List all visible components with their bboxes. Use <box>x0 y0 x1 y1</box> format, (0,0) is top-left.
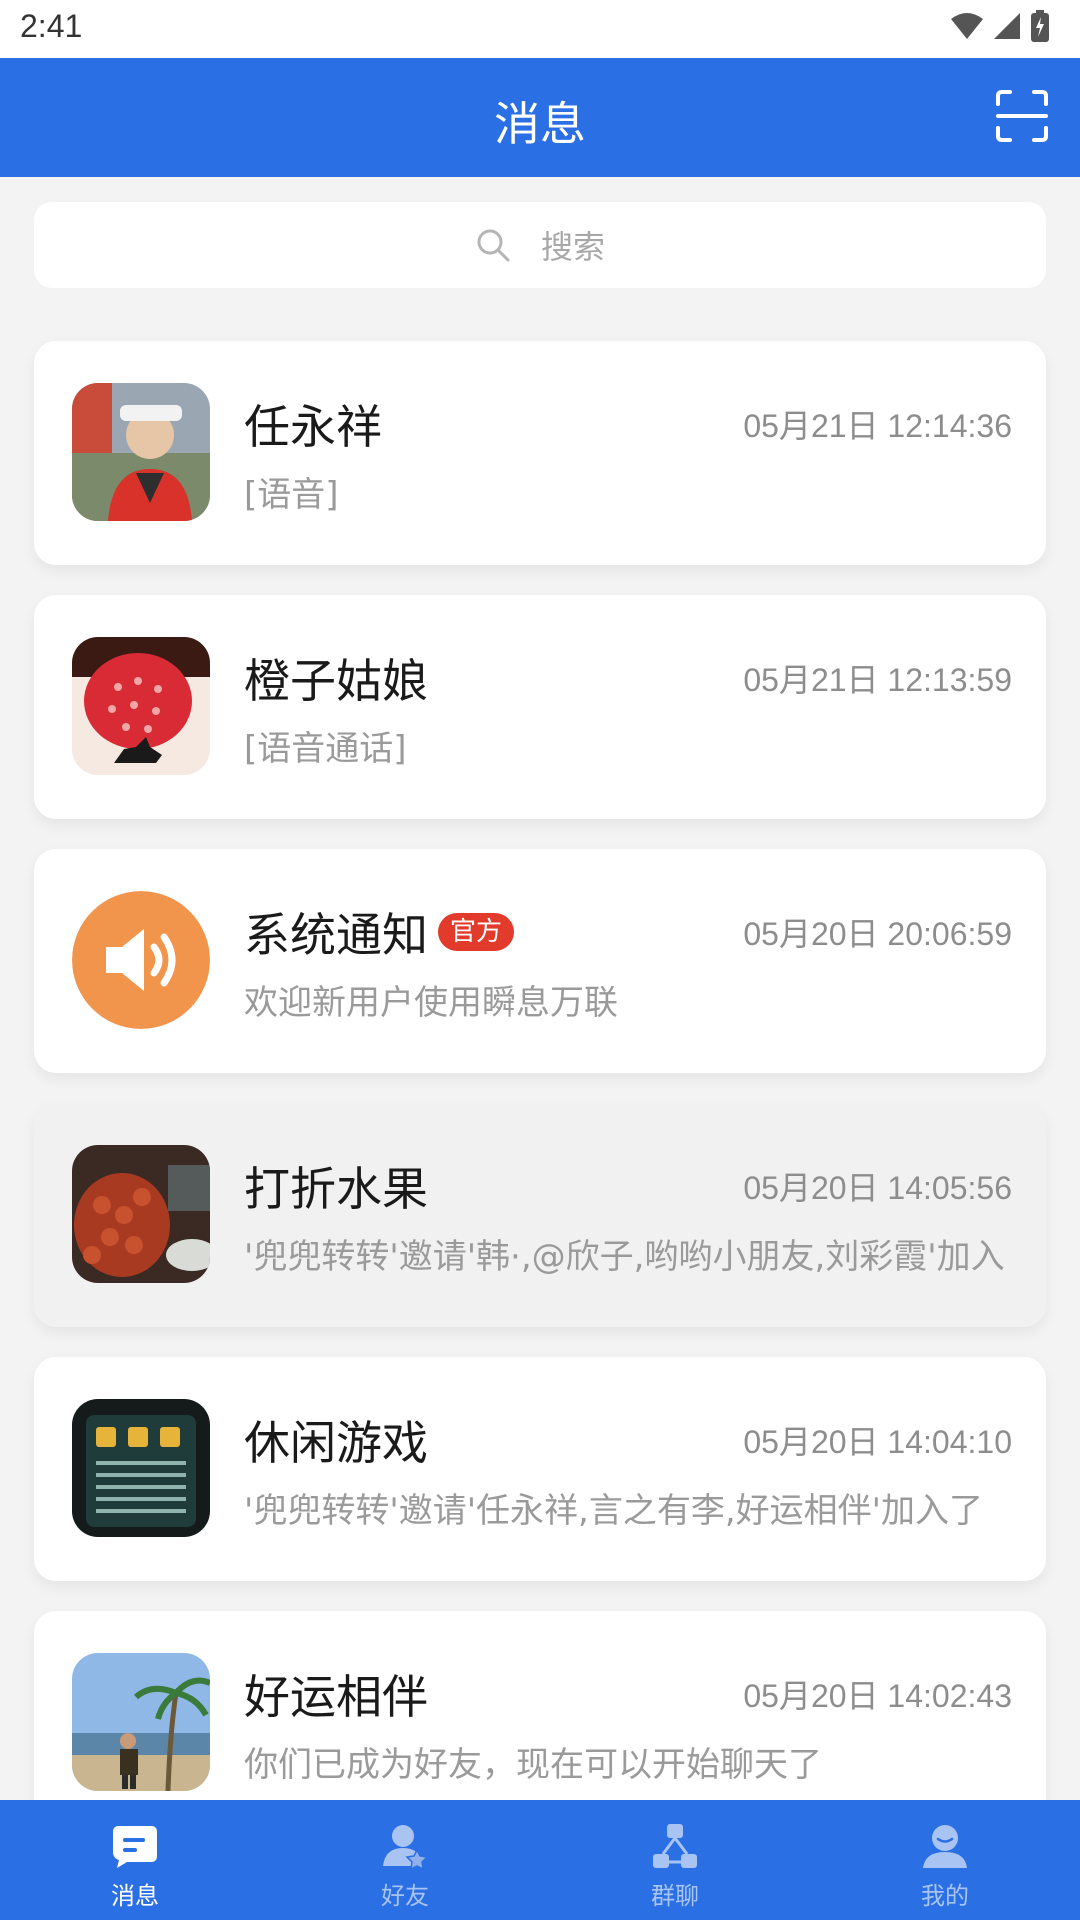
speaker-icon <box>72 891 210 1029</box>
conversation-time: 05月20日 14:02:43 <box>743 1678 1012 1714</box>
top-app-bar: 消息 <box>0 58 1080 177</box>
tab-me[interactable]: 我的 <box>810 1800 1080 1920</box>
conversation-item[interactable]: 打折水果 05月20日 14:05:56 '兜兜转转'邀请'韩·,@欣子,哟哟小… <box>34 1103 1046 1327</box>
battery-charging-icon <box>1031 10 1049 42</box>
page-title: 消息 <box>494 97 586 151</box>
conversation-item[interactable]: 任永祥 05月21日 12:14:36 [语音] <box>34 341 1046 565</box>
conversation-name: 打折水果 <box>244 1162 428 1216</box>
conversation-preview: [语音] <box>244 475 339 515</box>
wifi-icon <box>951 13 983 39</box>
tab-label: 我的 <box>921 1882 969 1910</box>
tab-label: 好友 <box>381 1882 429 1910</box>
tab-friends[interactable]: 好友 <box>270 1800 540 1920</box>
profile-icon <box>923 1825 967 1868</box>
conversation-preview: [语音通话] <box>244 729 407 769</box>
bottom-tab-bar: 消息 好友 群聊 我的 <box>0 1800 1080 1920</box>
conversation-preview: 你们已成为好友，现在可以开始聊天了 <box>244 1745 822 1785</box>
avatar <box>72 637 210 775</box>
avatar <box>72 383 210 521</box>
conversation-time: 05月21日 12:13:59 <box>743 662 1012 698</box>
status-bar: 2:41 <box>0 0 1080 58</box>
conversation-preview: 欢迎新用户使用瞬息万联 <box>244 983 618 1023</box>
friend-icon <box>383 1825 429 1870</box>
tab-label: 群聊 <box>651 1882 699 1910</box>
conversation-name: 任永祥 <box>244 400 382 454</box>
conversation-name: 好运相伴 <box>244 1670 428 1724</box>
conversation-time: 05月21日 12:14:36 <box>743 408 1012 444</box>
tab-groups[interactable]: 群聊 <box>540 1800 810 1920</box>
tab-label: 消息 <box>111 1882 159 1910</box>
conversation-time: 05月20日 14:05:56 <box>743 1170 1012 1206</box>
avatar <box>72 1399 210 1537</box>
avatar <box>72 1653 210 1791</box>
conversation-time: 05月20日 20:06:59 <box>743 916 1012 952</box>
conversation-preview: '兜兜转转'邀请'韩·,@欣子,哟哟小朋友,刘彩霞'加入 <box>244 1237 1005 1277</box>
conversation-name: 橙子姑娘 <box>244 654 428 708</box>
conversation-time: 05月20日 14:04:10 <box>743 1424 1012 1460</box>
conversation-item[interactable]: 橙子姑娘 05月21日 12:13:59 [语音通话] <box>34 595 1046 819</box>
group-icon <box>653 1824 697 1868</box>
chat-icon <box>113 1826 157 1868</box>
status-icons <box>950 10 1050 42</box>
search-placeholder: 搜索 <box>540 228 605 266</box>
conversation-item[interactable]: 系统通知 官方 05月20日 20:06:59 欢迎新用户使用瞬息万联 <box>34 849 1046 1073</box>
tab-messages[interactable]: 消息 <box>0 1800 270 1920</box>
scan-icon[interactable] <box>994 88 1050 144</box>
conversation-name: 系统通知 官方 <box>244 899 515 965</box>
status-time: 2:41 <box>20 8 83 44</box>
signal-icon <box>994 13 1020 39</box>
search-icon <box>477 229 510 262</box>
avatar <box>72 1145 210 1283</box>
official-badge: 官方 <box>438 913 515 951</box>
search-input[interactable]: 搜索 <box>34 202 1046 288</box>
conversation-name: 休闲游戏 <box>244 1416 428 1470</box>
conversation-preview: '兜兜转转'邀请'任永祥,言之有李,好运相伴'加入了 <box>244 1491 984 1531</box>
conversation-item[interactable]: 休闲游戏 05月20日 14:04:10 '兜兜转转'邀请'任永祥,言之有李,好… <box>34 1357 1046 1581</box>
